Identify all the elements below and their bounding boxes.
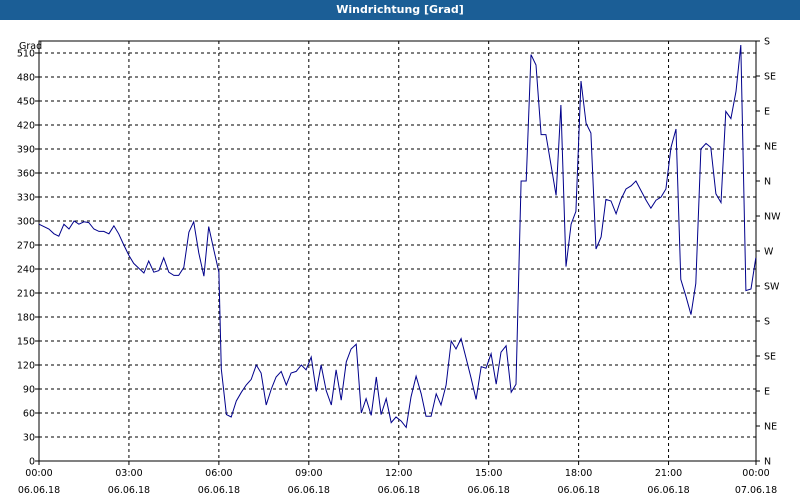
x-tick-time: 15:00 [475, 468, 502, 479]
y-tick-label: 270 [17, 241, 35, 252]
x-axis: 00:00 06.06.18 03:00 06.06.18 06:00 06.06.18 0… [18, 461, 777, 496]
x-tick-date: 06.06.18 [108, 485, 150, 496]
y-tick-label: 150 [17, 337, 35, 348]
x-tick-time: 09:00 [295, 468, 322, 479]
plot-background [38, 40, 757, 462]
y2-tick-label: SE [764, 72, 776, 83]
y2-tick-label: SE [764, 352, 776, 363]
y-tick-label: 420 [17, 121, 35, 132]
y-tick-label: 480 [17, 73, 35, 84]
y-tick-label: 240 [17, 265, 35, 276]
x-tick-time: 06:00 [205, 468, 232, 479]
y2-tick-label: NE [764, 422, 777, 433]
y2-tick-label: W [764, 247, 774, 258]
x-tick-time: 03:00 [115, 468, 142, 479]
chart-title: Windrichtung [Grad] [0, 0, 800, 20]
x-tick-time: 12:00 [385, 468, 412, 479]
y2-tick-label: NE [764, 142, 777, 153]
y2-tick-label: SW [764, 282, 780, 293]
x-tick-date: 06.06.18 [18, 485, 60, 496]
x-tick-date: 07.06.18 [735, 485, 777, 496]
x-tick-date: 06.06.18 [647, 485, 689, 496]
chart-area: 0 30 60 90 120 150 180 210 240 270 300 330 360 390 420… [17, 37, 781, 497]
y-tick-label: 90 [23, 385, 35, 396]
y-tick-label: 390 [17, 145, 35, 156]
y-tick-label: 450 [17, 97, 35, 108]
y2-tick-label: E [764, 107, 770, 118]
y2-tick-label: S [764, 317, 770, 328]
y-tick-label: 0 [29, 457, 35, 468]
x-tick-time: 21:00 [655, 468, 682, 479]
y-axis-label: Grad [19, 41, 42, 52]
y-axis-right: N NE E SE S SW W NW N NE E SE S [756, 37, 781, 468]
x-tick-date: 06.06.18 [468, 485, 510, 496]
y2-tick-label: S [764, 37, 770, 48]
y-tick-label: 300 [17, 217, 35, 228]
x-tick-date: 06.06.18 [557, 485, 599, 496]
y2-tick-label: E [764, 387, 770, 398]
y2-tick-label: NW [764, 212, 781, 223]
x-tick-date: 06.06.18 [378, 485, 420, 496]
y-tick-label: 60 [23, 409, 35, 420]
y-axis-left: 0 30 60 90 120 150 180 210 240 270 300 330 360 390 420… [17, 49, 39, 468]
y-tick-label: 360 [17, 169, 35, 180]
y-tick-label: 210 [17, 289, 35, 300]
x-tick-date: 06.06.18 [288, 485, 330, 496]
y-tick-label: 120 [17, 361, 35, 372]
x-tick-time: 00:00 [742, 468, 769, 479]
y-tick-label: 180 [17, 313, 35, 324]
y-tick-label: 330 [17, 193, 35, 204]
y2-tick-label: N [764, 177, 771, 188]
y2-tick-label: N [764, 457, 771, 468]
y-tick-label: 30 [23, 433, 35, 444]
x-tick-time: 00:00 [25, 468, 52, 479]
x-tick-time: 18:00 [565, 468, 592, 479]
x-tick-date: 06.06.18 [198, 485, 240, 496]
